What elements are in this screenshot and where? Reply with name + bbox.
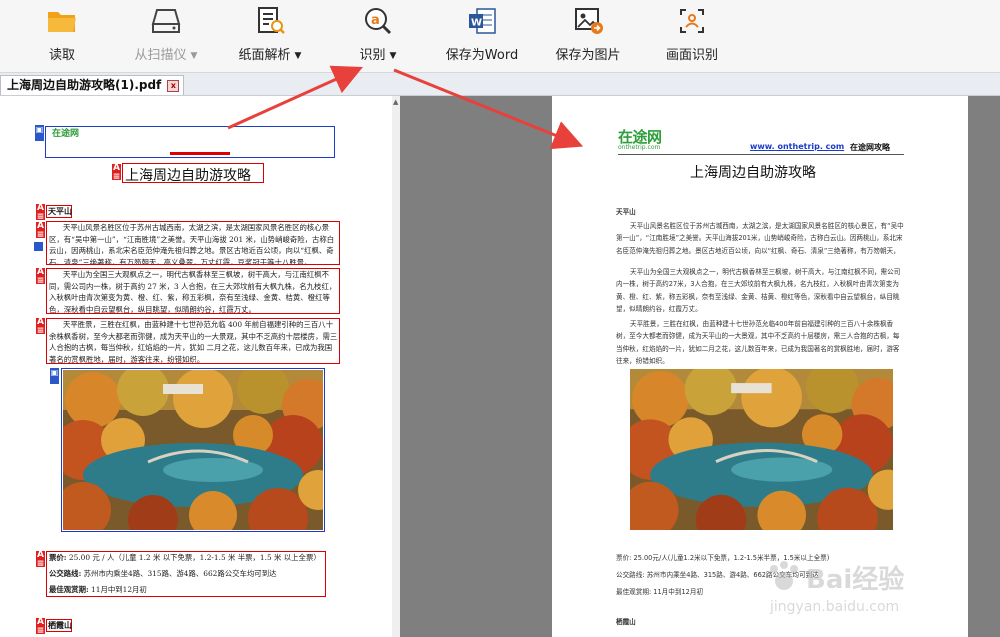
left-ticket-value: 25.00 元 / 人（儿童 1.2 米 以下免票，1.2-1.5 米 半票，1… bbox=[68, 553, 321, 562]
left-page-title: 上海周边自助游攻略 bbox=[125, 168, 251, 184]
header-rule bbox=[618, 154, 904, 155]
site-url-link[interactable]: www. onthetrip. com bbox=[750, 142, 844, 151]
watermark-text: Bai经验 bbox=[806, 565, 905, 595]
baidu-jingyan-watermark: Bai经验 jingyan.baidu.com bbox=[760, 553, 960, 623]
header-divider bbox=[170, 152, 230, 155]
save-as-word-label: 保存为Word bbox=[445, 48, 519, 63]
recognized-photo bbox=[630, 369, 893, 530]
left-paragraph-2: 天平山为全国三大观枫点之一，明代古枫香林至三枫坡，树干高大，与江南红枫不同，需公… bbox=[49, 270, 337, 313]
left-paragraph-1: 天平山风景名胜区位于苏州古城西南，太湖之滨，是太湖国家风景名胜区的核心景区，有“… bbox=[49, 223, 335, 264]
main-toolbar: 读取 从扫描仪 ▼ 纸面解析 ▼ a 识别 ▼ W 保存为Word 保存为图片 … bbox=[0, 0, 1000, 73]
layout-dropdown-caret: ▼ bbox=[294, 50, 302, 61]
left-ticket-line: 票价: 25.00 元 / 人（儿童 1.2 米 以下免票，1.2-1.5 米 … bbox=[49, 552, 325, 564]
screen-capture-icon bbox=[680, 9, 704, 33]
text-region-badge: A ≡ bbox=[36, 267, 45, 286]
image-save-icon bbox=[575, 8, 603, 34]
pane-divider-gutter bbox=[400, 96, 552, 637]
right-paragraph-2: 天平山为全国三大观枫点之一，明代古枫香林至三枫坡，树干高大，与江南红枫不同，需公… bbox=[616, 268, 901, 313]
image-region-badge: ▣ bbox=[50, 368, 59, 384]
read-button[interactable]: 读取 bbox=[32, 6, 92, 66]
left-season-line: 最佳观赏期: 11月中到12月初 bbox=[49, 584, 325, 596]
site-name: 在途网攻略 bbox=[850, 143, 890, 152]
left-bus-label: 公交路线: bbox=[49, 569, 82, 578]
recognize-dropdown-caret: ▼ bbox=[389, 50, 397, 61]
right-paragraph-3: 天平胜景，三胜在红枫，由蓝种建十七世孙范允临400年前自福建引种的三百八十余株枫… bbox=[616, 320, 900, 365]
tab-document[interactable]: 上海周边自助游攻略(1).pdf x bbox=[0, 75, 185, 95]
scroll-up-icon[interactable]: ▲ bbox=[393, 98, 398, 106]
left-section2-heading: 栖霞山 bbox=[48, 621, 72, 630]
layout-analysis-label: 纸面解析 bbox=[238, 48, 291, 63]
text-region-badge: A ≡ bbox=[36, 203, 45, 222]
text-region-badge: A ≡ bbox=[36, 317, 45, 336]
text-region-badge: A ≡ bbox=[112, 163, 121, 182]
ocr-search-icon: a bbox=[365, 8, 392, 35]
left-logo-text: 在途网 bbox=[52, 129, 80, 139]
scan-from-scanner-button[interactable]: 从扫描仪 ▼ bbox=[126, 6, 206, 66]
area-recognize-label: 画面识别 bbox=[665, 48, 718, 63]
read-label: 读取 bbox=[48, 48, 75, 63]
text-region-badge: A ≡ bbox=[36, 550, 45, 569]
tab-filename: 上海周边自助游攻略(1).pdf bbox=[7, 78, 162, 92]
close-tab-icon[interactable]: x bbox=[167, 79, 180, 92]
save-as-image-button[interactable]: 保存为图片 bbox=[548, 6, 628, 66]
right-logo-subtext: onthetrip.com bbox=[618, 144, 661, 151]
scanner-dropdown-caret: ▼ bbox=[190, 50, 198, 61]
left-season-label: 最佳观赏期: bbox=[49, 585, 89, 594]
text-region-badge: A ≡ bbox=[36, 617, 45, 636]
left-paragraph-3: 天平胜景，三胜在红枫，由蓝种建十七世孙范允临 400 年前自福建引种的三百八十余… bbox=[49, 320, 338, 363]
left-section1-heading: 天平山 bbox=[48, 207, 72, 216]
recognize-button[interactable]: a 识别 ▼ bbox=[350, 6, 406, 66]
folder-icon bbox=[48, 12, 76, 32]
layout-analysis-button[interactable]: 纸面解析 ▼ bbox=[228, 6, 312, 66]
save-as-word-button[interactable]: W 保存为Word bbox=[440, 6, 524, 66]
left-season-value: 11月中到12月初 bbox=[91, 585, 147, 594]
right-gutter bbox=[968, 96, 1000, 637]
right-page-title: 上海周边自助游攻略 bbox=[690, 165, 816, 181]
save-as-image-label: 保存为图片 bbox=[555, 48, 621, 63]
scanner-label: 从扫描仪 bbox=[134, 48, 187, 63]
watermark-url: jingyan.baidu.com bbox=[770, 599, 900, 615]
right-paragraph-1: 天平山风景名胜区位于苏州古城西南，太湖之滨，是太湖国家风景名胜区的核心景区，有“… bbox=[616, 222, 904, 255]
left-bus-line: 公交路线: 苏州市内乘坐4路、315路、游4路、662路公交车均可到达 bbox=[49, 568, 325, 580]
document-magnifier-icon bbox=[258, 7, 285, 34]
paw-icon bbox=[770, 561, 798, 590]
scanner-icon bbox=[151, 9, 181, 33]
right-section1-heading: 天平山 bbox=[616, 208, 636, 216]
word-document-icon: W bbox=[469, 8, 496, 34]
left-bus-value: 苏州市内乘坐4路、315路、游4路、662路公交车均可到达 bbox=[83, 569, 277, 578]
document-tab-bar: 上海周边自助游攻略(1).pdf x bbox=[0, 73, 1000, 96]
left-ticket-label: 票价: bbox=[49, 553, 67, 562]
svg-text:a: a bbox=[371, 13, 380, 28]
text-region-badge: A ≡ bbox=[36, 221, 45, 240]
inline-image-marker bbox=[34, 242, 43, 251]
area-recognize-button[interactable]: 画面识别 bbox=[660, 6, 724, 66]
svg-text:W: W bbox=[471, 18, 482, 29]
recognize-label: 识别 bbox=[359, 48, 386, 63]
tianping-mountain-photo bbox=[63, 370, 323, 530]
image-region-badge: ▣ bbox=[35, 125, 44, 141]
source-document-pane[interactable]: ▣ 在途网 A ≡ 上海周边自助游攻略 A ≡ 天平山 A ≡ 天平山风景名胜区位于苏… bbox=[0, 96, 400, 637]
right-section2-heading: 栖霞山 bbox=[616, 618, 636, 626]
left-pane-scrollbar[interactable] bbox=[392, 96, 400, 637]
